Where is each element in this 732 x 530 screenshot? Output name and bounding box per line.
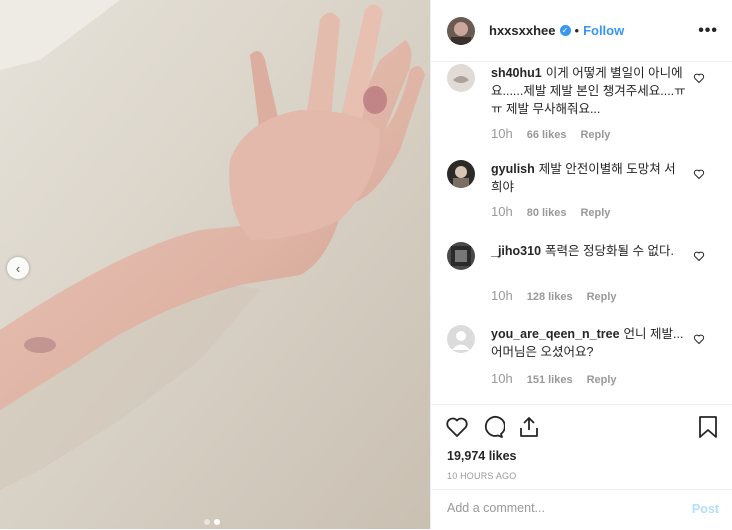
author-avatar[interactable]	[447, 16, 475, 45]
comment-content: 폭력은 정당화될 수 없다.	[545, 244, 674, 258]
previous-photo-button[interactable]: ‹	[7, 257, 29, 279]
carousel-dot-active	[214, 519, 220, 525]
comment-likes[interactable]: 66 likes	[527, 129, 567, 141]
comment-meta: 10h 151 likes Reply	[491, 371, 617, 386]
comment-text: gyulish 제발 안전이별해 도망쳐 서희야	[491, 160, 687, 196]
post-actions: 19,974 likes 10 HOURS AGO	[431, 404, 732, 481]
like-comment-heart-icon[interactable]	[693, 333, 705, 345]
commenter-username[interactable]: sh40hu1	[491, 66, 542, 80]
follow-button[interactable]: Follow	[583, 23, 624, 38]
commenter-avatar[interactable]	[447, 325, 475, 353]
comment-likes[interactable]: 128 likes	[527, 291, 573, 303]
add-comment-bar: Post	[431, 489, 732, 530]
like-comment-heart-icon[interactable]	[693, 250, 705, 262]
post-photo: ‹	[0, 0, 430, 529]
post-header: hxxsxxhee ✓ • Follow •••	[431, 0, 732, 62]
post-timestamp: 10 HOURS AGO	[447, 471, 517, 481]
comment-meta: 10h 128 likes Reply	[491, 288, 617, 303]
comment-text: you_are_qeen_n_tree 언니 제발... 어머님은 오셨어요?	[491, 325, 687, 361]
instagram-post-view: ‹ hxxsxxhee ✓ • Follow ••• sh40hu1 이게 어떻게…	[0, 0, 732, 529]
comments-list[interactable]: sh40hu1 이게 어떻게 별일이 아니에요......제발 제발 본인 챙겨주…	[431, 62, 732, 404]
comment-time: 10h	[491, 288, 513, 303]
likes-count[interactable]: 19,974 likes	[447, 449, 517, 463]
header-separator: •	[574, 23, 580, 38]
like-comment-heart-icon[interactable]	[693, 72, 705, 84]
chevron-left-icon: ‹	[15, 260, 21, 276]
comment-time: 10h	[491, 126, 513, 141]
post-comment-button[interactable]: Post	[692, 502, 719, 516]
like-comment-heart-icon[interactable]	[693, 168, 705, 180]
carousel-dots	[204, 519, 220, 525]
author-username[interactable]: hxxsxxhee	[489, 23, 556, 38]
reply-button[interactable]: Reply	[587, 374, 617, 386]
commenter-avatar[interactable]	[447, 160, 475, 188]
commenter-avatar[interactable]	[447, 242, 475, 270]
comment-likes[interactable]: 151 likes	[527, 374, 573, 386]
comment-text: _jiho310 폭력은 정당화될 수 없다.	[491, 242, 687, 260]
commenter-avatar[interactable]	[447, 64, 475, 92]
comment-meta: 10h 80 likes Reply	[491, 204, 610, 219]
arm-photo	[0, 0, 430, 529]
reply-button[interactable]: Reply	[580, 129, 610, 141]
reply-button[interactable]: Reply	[580, 207, 610, 219]
commenter-username[interactable]: you_are_qeen_n_tree	[491, 327, 620, 341]
comment-likes[interactable]: 80 likes	[527, 207, 567, 219]
action-icons	[431, 405, 732, 451]
reply-button[interactable]: Reply	[587, 291, 617, 303]
bookmark-icon[interactable]	[697, 415, 719, 444]
comment-time: 10h	[491, 371, 513, 386]
comment-text: sh40hu1 이게 어떻게 별일이 아니에요......제발 제발 본인 챙겨주…	[491, 64, 687, 118]
commenter-username[interactable]: _jiho310	[491, 244, 541, 258]
comment-input[interactable]	[445, 500, 669, 516]
carousel-dot	[204, 519, 210, 525]
more-options-icon[interactable]: •••	[698, 22, 718, 40]
comment-icon[interactable]	[481, 415, 506, 444]
post-side-panel: hxxsxxhee ✓ • Follow ••• sh40hu1 이게 어떻게 별…	[430, 0, 732, 529]
commenter-username[interactable]: gyulish	[491, 162, 535, 176]
comment-meta: 10h 66 likes Reply	[491, 126, 610, 141]
share-icon[interactable]	[517, 415, 541, 444]
heart-icon[interactable]	[445, 415, 469, 444]
verified-badge-icon: ✓	[559, 25, 571, 36]
comment-time: 10h	[491, 204, 513, 219]
